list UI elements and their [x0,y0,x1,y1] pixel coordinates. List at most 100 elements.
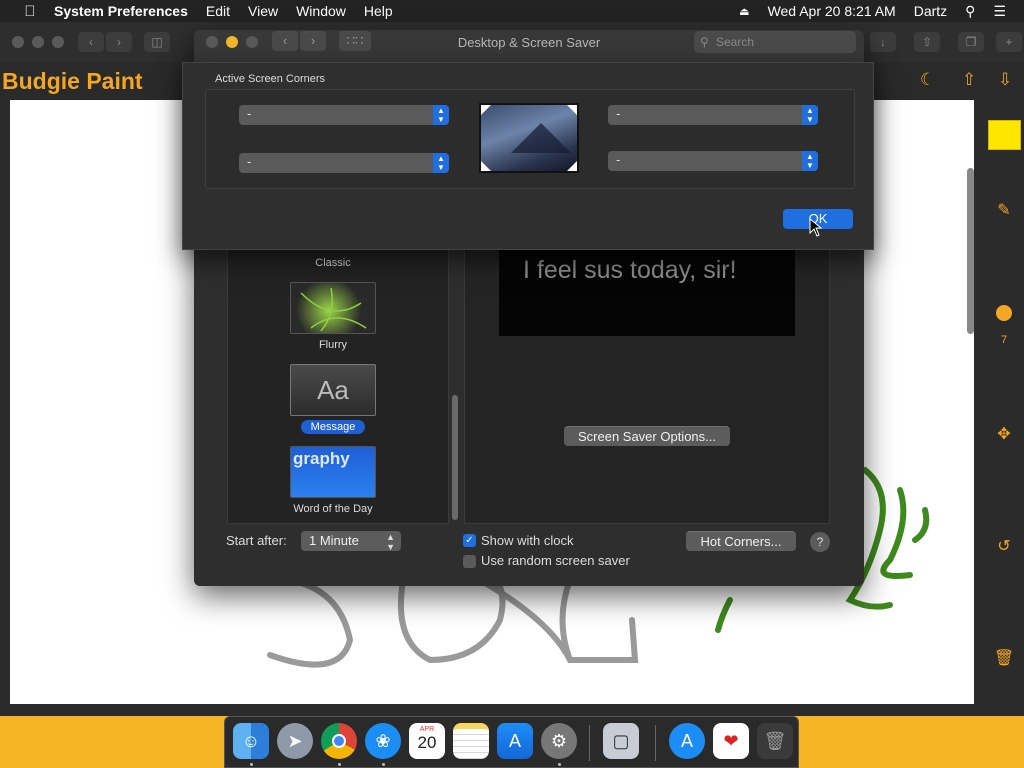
screen-saver-options-button[interactable]: Screen Saver Options... [564,426,730,446]
apple-menu-icon[interactable]:  [18,3,42,20]
chrome-icon[interactable] [321,723,357,759]
updown-chevron-icon: ▲ ▼ [802,151,818,171]
calendar-icon[interactable]: APR 20 [409,723,445,759]
preview-message-text: I feel sus today, sir! [523,256,737,284]
saver-label-message[interactable]: Message [248,420,418,434]
hot-corners-button[interactable]: Hot Corners... [686,531,796,551]
back-icon[interactable]: ‹ [78,32,104,52]
running-indicator [382,763,385,766]
menu-window[interactable]: Window [296,3,346,19]
saver-label-word-of-day[interactable]: Word of the Day [248,503,418,515]
top-right-corner-value: - [616,106,621,121]
spotlight-icon[interactable]: ⚲ [965,3,975,20]
brush-size-value: 7 [1000,334,1008,346]
sheet-title: Active Screen Corners [215,73,326,85]
close-icon[interactable] [12,36,24,48]
trash-icon[interactable]: 🗑 [984,648,1024,668]
dock-separator [655,725,656,761]
bottom-left-corner-value: - [247,154,252,169]
saver-label-flurry[interactable]: Flurry [248,339,418,351]
tool-sidebar [984,100,1024,716]
show-with-clock-label[interactable]: Show with clock [481,533,573,548]
mouse-cursor-icon [809,218,823,237]
green-stroke-b [880,487,913,579]
calendar-day: 20 [417,733,437,752]
use-random-label[interactable]: Use random screen saver [481,553,630,568]
running-indicator [338,763,341,766]
saver-thumb-flurry[interactable] [290,282,376,334]
hot-corners-sheet: Active Screen Corners - ▲ ▼ - ▲ ▼ - ▲ ▼ - ▲… [182,62,874,250]
pencil-icon[interactable]: ✎ [984,200,1024,220]
app-store-icon[interactable]: A [497,723,533,759]
app-store-downloads-icon[interactable]: A [669,723,705,759]
top-left-corner-value: - [247,106,252,121]
menu-view[interactable]: View [248,3,278,19]
sp-titlebar: ‹ › ∷∷ Desktop & Screen Saver ⚲ Search [194,30,864,66]
notes-icon[interactable] [453,723,489,759]
bottom-right-corner-select[interactable]: - ▲ ▼ [608,151,818,171]
menu-bar:  System Preferences Edit View Window He… [0,0,1024,22]
updown-chevron-icon: ▲ ▼ [433,105,449,125]
search-placeholder: Search [716,35,755,49]
preview-icon[interactable]: ▢ [603,723,639,759]
eject-icon[interactable]: ⏏ [739,5,749,18]
start-after-select[interactable]: 1 Minute ▲ ▼ [301,531,401,552]
show-with-clock-checkbox[interactable]: ✓ [463,534,476,547]
forward-icon[interactable]: › [106,32,132,52]
news-icon[interactable]: ❤ [713,723,749,759]
tabs-icon[interactable]: ❐ [958,32,984,52]
updown-chevron-icon: ▲ ▼ [802,105,818,125]
green-stroke-c [912,507,930,543]
menu-app-name[interactable]: System Preferences [54,3,188,19]
dock-separator [589,725,590,761]
app-title: Budgie Paint [2,68,143,94]
saver-label-classic[interactable]: Classic [248,257,418,269]
green-stroke-d [715,597,733,633]
download-icon[interactable]: ↓ [870,32,896,52]
dark-mode-icon[interactable]: ☾ [920,70,935,90]
share-icon[interactable]: ⇧ [914,32,940,52]
gray-stroke-x [477,577,639,663]
start-after-value: 1 Minute [309,533,359,548]
minimize-icon[interactable] [32,36,44,48]
menu-help[interactable]: Help [364,3,393,19]
saver-list-scrollbar[interactable] [452,395,458,520]
running-indicator [250,763,253,766]
use-random-checkbox[interactable] [463,555,476,568]
top-right-corner-select[interactable]: - ▲ ▼ [608,105,818,125]
search-input[interactable]: ⚲ Search [694,31,856,53]
sidebar-toggle-icon[interactable]: ◫ [144,32,170,52]
color-swatch-yellow[interactable] [988,120,1021,150]
launchpad-icon[interactable]: ➤ [277,723,313,759]
screen-saver-list[interactable]: Classic Flurry Aa Message graphy Word of… [227,242,449,524]
gray-stroke-c [559,577,573,663]
saver-thumb-word-of-day[interactable]: graphy [290,446,376,498]
undo-icon[interactable]: ↺ [984,536,1024,556]
menubar-clock[interactable]: Wed Apr 20 8:21 AM [768,3,896,19]
bottom-left-corner-select[interactable]: - ▲ ▼ [239,153,449,173]
move-icon[interactable]: ✥ [984,424,1024,444]
finder-icon[interactable]: ☺ [233,723,269,759]
top-left-corner-select[interactable]: - ▲ ▼ [239,105,449,125]
menu-edit[interactable]: Edit [206,3,230,19]
menubar-user[interactable]: Dartz [914,3,947,19]
dock: ☺ ➤ ❀ APR 20 A ⚙ ▢ A ❤ 🗑 [224,716,799,768]
updown-chevron-icon: ▲ ▼ [386,532,395,552]
new-tab-icon[interactable]: + [996,32,1022,52]
bottom-right-corner-value: - [616,152,621,167]
brush-size-dot[interactable] [996,305,1012,321]
safari-icon[interactable]: ❀ [365,723,401,759]
screen-saver-preview: I feel sus today, sir! [499,248,795,336]
calendar-month: APR [419,726,435,733]
help-button[interactable]: ? [810,532,830,552]
save-download-icon[interactable]: ⇩ [998,70,1012,90]
canvas-scrollbar[interactable] [967,168,974,334]
saver-thumb-message[interactable]: Aa [290,364,376,416]
trash-can-icon[interactable]: 🗑 [757,723,793,759]
system-preferences-icon[interactable]: ⚙ [541,723,577,759]
zoom-icon[interactable] [52,36,64,48]
notification-center-icon[interactable]: ☰ [993,3,1006,20]
running-indicator [558,763,561,766]
start-after-label: Start after: [226,533,287,548]
upload-icon[interactable]: ⇧ [962,70,976,90]
